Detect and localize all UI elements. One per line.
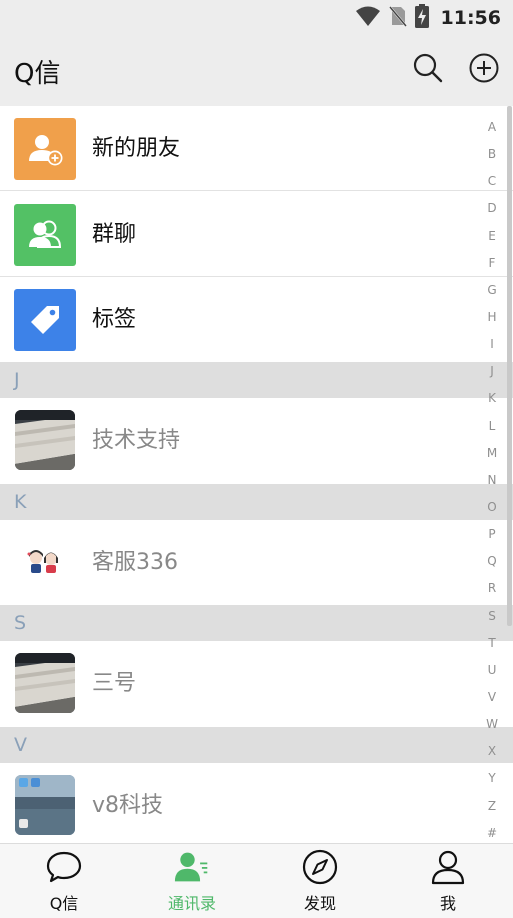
index-letter[interactable]: W (480, 711, 504, 738)
add-circle-icon (468, 52, 500, 88)
index-letter[interactable]: I (480, 331, 504, 358)
person-icon (430, 849, 466, 885)
tab-discover[interactable]: 发现 (256, 844, 384, 918)
avatar (15, 653, 75, 713)
status-time: 11:56 (440, 7, 501, 29)
contact-name: 三号 (92, 671, 137, 696)
index-letter[interactable]: G (480, 277, 504, 304)
add-button[interactable] (466, 52, 502, 88)
contact-item[interactable]: 三号 (0, 641, 513, 726)
index-letter[interactable]: Z (480, 793, 504, 820)
index-letter[interactable]: Q (480, 548, 504, 575)
tab-label: 通讯录 (167, 894, 216, 913)
index-letter[interactable]: H (480, 304, 504, 331)
contact-item[interactable]: 客服336 (0, 520, 513, 605)
contact-list[interactable]: 新的朋友 群聊 标签 J 技术支持 K 客服336 S 三号 V v8科技 (0, 106, 513, 843)
index-letter[interactable]: J (480, 358, 504, 385)
tab-contacts[interactable]: 通讯录 (128, 844, 256, 918)
section-letter: J (14, 369, 20, 391)
index-letter[interactable]: K (480, 385, 504, 412)
index-letter[interactable]: X (480, 738, 504, 765)
index-letter[interactable]: B (480, 141, 504, 168)
index-letter[interactable]: V (480, 684, 504, 711)
add-friend-icon (14, 118, 76, 180)
contact-name: v8科技 (92, 793, 164, 818)
tag-icon (14, 289, 76, 351)
index-letter[interactable]: A (480, 114, 504, 141)
new-friends-item[interactable]: 新的朋友 (0, 106, 513, 191)
avatar (15, 532, 75, 592)
index-letter[interactable]: N (480, 467, 504, 494)
section-header-v: V (0, 727, 513, 763)
tab-me[interactable]: 我 (384, 844, 512, 918)
wifi-icon (355, 5, 381, 31)
battery-charging-icon (414, 4, 429, 32)
index-letter[interactable]: Y (480, 765, 504, 792)
index-letter[interactable]: M (480, 440, 504, 467)
section-letter: S (14, 612, 27, 634)
contact-name: 客服336 (92, 550, 178, 575)
status-bar: 11:56 (0, 0, 513, 36)
index-letter[interactable]: O (480, 494, 504, 521)
new-friends-label: 新的朋友 (92, 136, 181, 161)
scrollbar[interactable] (507, 106, 512, 626)
compass-icon (302, 849, 338, 885)
search-icon (412, 52, 444, 88)
group-chat-icon (14, 204, 76, 266)
page-title: Q信 (14, 59, 61, 89)
no-sim-icon (388, 5, 407, 31)
avatar (15, 410, 75, 470)
contact-item[interactable]: 技术支持 (0, 398, 513, 483)
tab-label: 发现 (303, 894, 336, 913)
search-button[interactable] (410, 52, 446, 88)
contacts-icon (174, 849, 210, 885)
group-chat-item[interactable]: 群聊 (0, 192, 513, 277)
index-letter[interactable]: F (480, 250, 504, 277)
index-letter[interactable]: S (480, 603, 504, 630)
contact-name: 技术支持 (92, 428, 181, 453)
index-letter[interactable]: T (480, 630, 504, 657)
index-letter[interactable]: R (480, 575, 504, 602)
group-chat-label: 群聊 (92, 222, 137, 247)
section-header-k: K (0, 484, 513, 520)
section-letter: K (14, 491, 27, 513)
app-bar: Q信 (0, 36, 513, 106)
section-header-s: S (0, 605, 513, 641)
tags-label: 标签 (92, 307, 137, 332)
avatar (15, 775, 75, 835)
section-letter: V (14, 734, 27, 756)
index-letter[interactable]: E (480, 223, 504, 250)
tab-messages[interactable]: Q信 (0, 844, 128, 918)
index-letter[interactable]: P (480, 521, 504, 548)
tags-item[interactable]: 标签 (0, 277, 513, 362)
index-letter[interactable]: U (480, 657, 504, 684)
bottom-nav: Q信 通讯录 发现 我 (0, 843, 513, 918)
chat-bubble-icon (46, 849, 82, 885)
tab-label: Q信 (49, 894, 79, 913)
section-header-j: J (0, 362, 513, 398)
index-letter[interactable]: L (480, 413, 504, 440)
alphabet-index[interactable]: A B C D E F G H I J K L M N O P Q R S T U V W X Y Z # (480, 114, 504, 847)
contact-item[interactable]: v8科技 (0, 763, 513, 843)
index-letter[interactable]: C (480, 168, 504, 195)
index-letter[interactable]: D (480, 195, 504, 222)
tab-label: 我 (439, 894, 456, 913)
